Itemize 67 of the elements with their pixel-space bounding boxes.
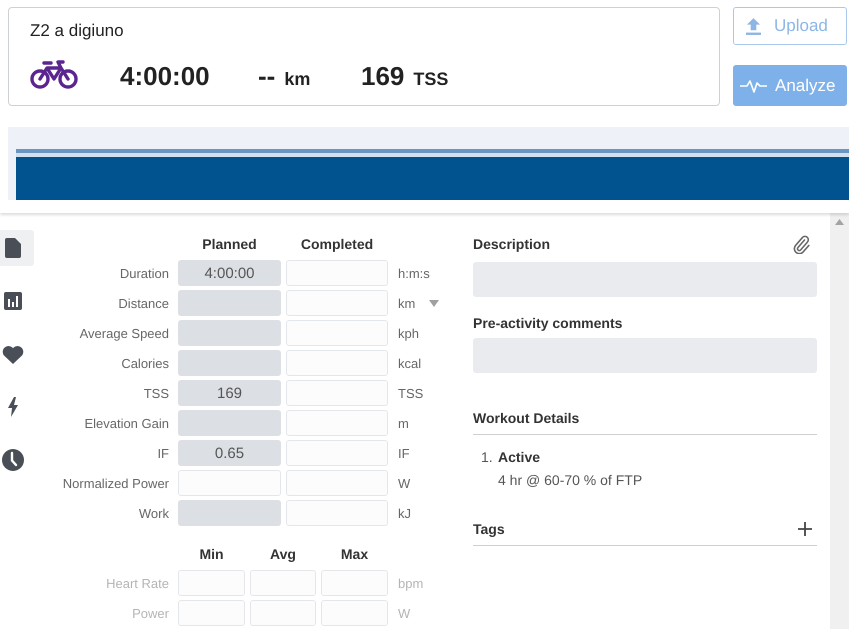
column-header: Max xyxy=(340,546,368,562)
field-label: TSS xyxy=(144,386,169,400)
range-field[interactable] xyxy=(321,570,388,596)
planned-field[interactable] xyxy=(178,350,281,376)
document-icon xyxy=(5,238,21,258)
distance-value: -- xyxy=(258,61,276,91)
unit-label: kcal xyxy=(398,356,422,370)
planned-field[interactable] xyxy=(178,410,281,436)
add-tag-button[interactable] xyxy=(798,522,812,536)
lightning-icon xyxy=(8,397,18,417)
section-title: Pre-activity comments xyxy=(473,315,622,331)
column-header: Completed xyxy=(300,236,374,252)
paperclip-icon xyxy=(792,234,810,254)
bar-chart-icon xyxy=(4,292,22,310)
unit-label: IF xyxy=(398,446,410,460)
range-field[interactable] xyxy=(250,600,316,626)
tss-unit: TSS xyxy=(413,69,448,90)
planned-field[interactable] xyxy=(178,500,281,526)
field-label: Elevation Gain xyxy=(84,416,169,430)
planned-field[interactable]: 169 xyxy=(178,380,281,406)
field-label: Calories xyxy=(121,356,169,370)
planned-field[interactable]: 4:00:00 xyxy=(178,260,281,286)
field-label: Power xyxy=(132,606,169,620)
upload-icon xyxy=(746,18,761,34)
field-label: Work xyxy=(138,506,169,520)
planned-field[interactable] xyxy=(178,290,281,316)
planned-field[interactable] xyxy=(178,320,281,346)
step-detail: 4 hr @ 60-70 % of FTP xyxy=(498,472,642,488)
field-label: Distance xyxy=(118,296,169,310)
unit-label: bpm xyxy=(398,576,424,590)
column-header: Planned xyxy=(202,236,257,252)
unit-label: TSS xyxy=(398,386,424,400)
field-label: Duration xyxy=(120,266,169,280)
field-label: IF xyxy=(157,446,169,460)
plus-icon xyxy=(798,522,812,536)
section-title: Description xyxy=(473,236,550,252)
column-header: Min xyxy=(199,546,224,562)
column-header: Avg xyxy=(270,546,296,562)
range-field[interactable] xyxy=(178,600,245,626)
sidebar-tab[interactable] xyxy=(0,230,34,266)
field-label: Heart Rate xyxy=(106,576,169,590)
unit-label: W xyxy=(398,606,410,620)
step-name: Active xyxy=(498,449,540,465)
unit-label: W xyxy=(398,476,410,490)
unit-label: m xyxy=(398,416,409,430)
range-field[interactable] xyxy=(321,600,388,626)
unit-label: kph xyxy=(398,326,419,340)
range-field[interactable] xyxy=(178,570,245,596)
clock-icon xyxy=(2,449,24,471)
section-title: Workout Details xyxy=(473,410,580,426)
tss-value: 169 xyxy=(361,61,404,91)
planned-field[interactable]: 0.65 xyxy=(178,440,281,466)
heart-icon xyxy=(2,344,24,364)
workout-title: Z2 a digiuno xyxy=(30,21,124,41)
pulse-icon xyxy=(740,78,767,94)
field-label: Average Speed xyxy=(80,326,169,340)
distance-unit: km xyxy=(284,69,310,90)
unit-label: kJ xyxy=(398,506,411,520)
range-field[interactable] xyxy=(250,570,316,596)
field-label: Normalized Power xyxy=(62,476,169,490)
unit-label: km xyxy=(398,296,416,310)
duration-value: 4:00:00 xyxy=(120,61,210,91)
scroll-up-arrow-icon xyxy=(835,219,844,225)
section-title: Tags xyxy=(473,521,505,537)
unit-label: h:m:s xyxy=(398,266,430,280)
bike-icon xyxy=(30,58,78,88)
step-number: 1. xyxy=(481,449,494,465)
